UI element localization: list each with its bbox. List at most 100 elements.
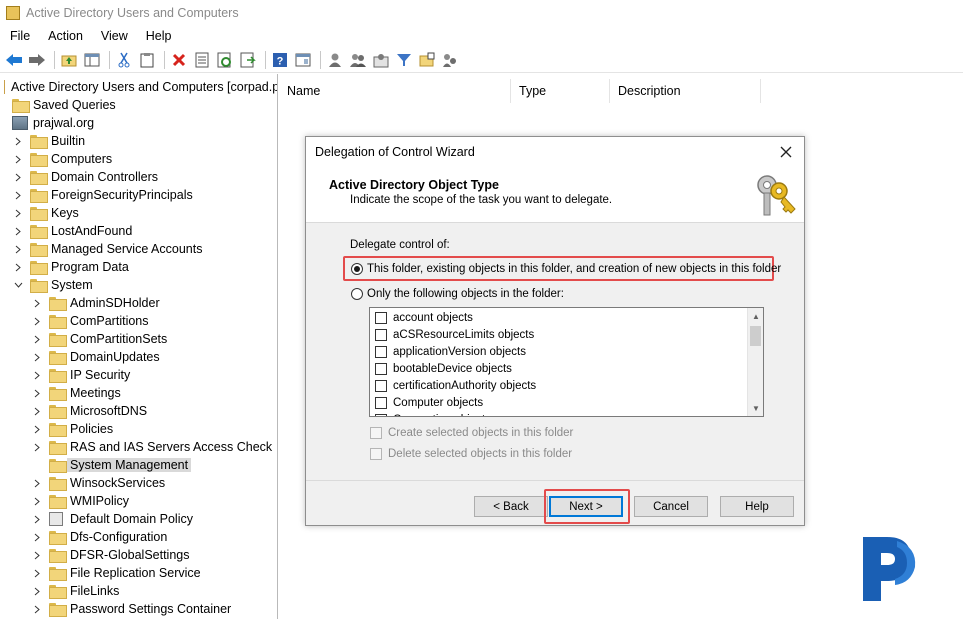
delete-icon[interactable] xyxy=(169,50,189,70)
tree-item-filelinks[interactable]: FileLinks xyxy=(31,582,119,600)
object-type-list[interactable]: account objects aCSResourceLimits objects… xyxy=(369,307,764,417)
chevron-right-icon[interactable] xyxy=(12,243,24,255)
tree-item-domain-controllers[interactable]: Domain Controllers xyxy=(12,168,158,186)
tree-item-winsockservices[interactable]: WinsockServices xyxy=(31,474,165,492)
tree-item-file-replication-service[interactable]: File Replication Service xyxy=(31,564,201,582)
help-button[interactable]: Help xyxy=(720,496,794,517)
chevron-right-icon[interactable] xyxy=(31,387,43,399)
tree-item-lostandfound[interactable]: LostAndFound xyxy=(12,222,132,240)
chevron-right-icon[interactable] xyxy=(12,153,24,165)
list-item[interactable]: certificationAuthority objects xyxy=(375,378,536,394)
show-hide-tree-icon[interactable] xyxy=(82,50,102,70)
chevron-right-icon[interactable] xyxy=(31,441,43,453)
chevron-right-icon[interactable] xyxy=(31,495,43,507)
chevron-down-icon[interactable] xyxy=(12,279,24,291)
forward-icon[interactable] xyxy=(27,50,47,70)
radio-button-selected[interactable] xyxy=(351,263,363,275)
checkbox[interactable] xyxy=(375,312,387,324)
chevron-right-icon[interactable] xyxy=(12,207,24,219)
tree-item-ras-and-ias-servers-access-check[interactable]: RAS and IAS Servers Access Check xyxy=(31,438,272,456)
chevron-right-icon[interactable] xyxy=(12,171,24,183)
scroll-thumb[interactable] xyxy=(750,326,761,346)
cancel-button[interactable]: Cancel xyxy=(634,496,708,517)
checkbox[interactable] xyxy=(370,427,382,439)
list-item[interactable]: applicationVersion objects xyxy=(375,344,526,360)
chevron-right-icon[interactable] xyxy=(31,315,43,327)
refresh-icon[interactable] xyxy=(215,50,235,70)
tree-item-system[interactable]: System xyxy=(12,276,93,294)
chevron-right-icon[interactable] xyxy=(31,477,43,489)
create-objects-checkbox[interactable]: Create selected objects in this folder xyxy=(370,427,573,439)
users-icon[interactable] xyxy=(348,50,368,70)
chevron-right-icon[interactable] xyxy=(12,135,24,147)
user-icon[interactable] xyxy=(325,50,345,70)
help-icon[interactable]: ? xyxy=(270,50,290,70)
tree-item-meetings[interactable]: Meetings xyxy=(31,384,121,402)
tree-item-domain[interactable]: prajwal.org xyxy=(12,114,94,132)
checkbox[interactable] xyxy=(375,397,387,409)
menu-action[interactable]: Action xyxy=(38,29,91,43)
cut-icon[interactable] xyxy=(114,50,134,70)
list-item[interactable]: bootableDevice objects xyxy=(375,361,512,377)
checkbox[interactable] xyxy=(375,329,387,341)
radio-this-folder[interactable]: This folder, existing objects in this fo… xyxy=(351,263,781,275)
list-scrollbar[interactable]: ▲ ▼ xyxy=(747,308,763,416)
properties-icon[interactable] xyxy=(192,50,212,70)
console-icon[interactable] xyxy=(293,50,313,70)
list-item[interactable]: Computer objects xyxy=(375,395,483,411)
checkbox[interactable] xyxy=(375,346,387,358)
back-icon[interactable] xyxy=(4,50,24,70)
radio-only-following[interactable]: Only the following objects in the folder… xyxy=(351,288,564,300)
list-item[interactable]: aCSResourceLimits objects xyxy=(375,327,534,343)
chevron-right-icon[interactable] xyxy=(12,225,24,237)
chevron-right-icon[interactable] xyxy=(31,423,43,435)
chevron-right-icon[interactable] xyxy=(31,333,43,345)
chevron-right-icon[interactable] xyxy=(31,567,43,579)
column-type[interactable]: Type xyxy=(511,79,610,103)
close-icon[interactable] xyxy=(776,142,796,162)
list-item[interactable]: Connection objects xyxy=(375,412,491,416)
menu-help[interactable]: Help xyxy=(136,29,180,43)
chevron-right-icon[interactable] xyxy=(31,405,43,417)
group-icon[interactable] xyxy=(371,50,391,70)
tree-item-microsoftdns[interactable]: MicrosoftDNS xyxy=(31,402,147,420)
chevron-right-icon[interactable] xyxy=(31,603,43,615)
checkbox[interactable] xyxy=(375,363,387,375)
back-button[interactable]: < Back xyxy=(474,496,548,517)
checkbox[interactable] xyxy=(375,380,387,392)
delete-objects-checkbox[interactable]: Delete selected objects in this folder xyxy=(370,448,572,460)
export-icon[interactable] xyxy=(238,50,258,70)
tree-pane[interactable]: Active Directory Users and Computers [co… xyxy=(0,74,278,619)
tree-item-saved-queries[interactable]: Saved Queries xyxy=(12,96,116,114)
tree-item-compartitionsets[interactable]: ComPartitionSets xyxy=(31,330,167,348)
tree-item-adminsdholder[interactable]: AdminSDHolder xyxy=(31,294,160,312)
list-item[interactable]: account objects xyxy=(375,310,473,326)
menu-view[interactable]: View xyxy=(91,29,136,43)
tree-item-program-data[interactable]: Program Data xyxy=(12,258,129,276)
checkbox[interactable] xyxy=(375,414,387,416)
chevron-right-icon[interactable] xyxy=(31,585,43,597)
tree-item-dfs-configuration[interactable]: Dfs-Configuration xyxy=(31,528,167,546)
tree-item-foreignsecurityprincipals[interactable]: ForeignSecurityPrincipals xyxy=(12,186,193,204)
checkbox[interactable] xyxy=(370,448,382,460)
radio-button[interactable] xyxy=(351,288,363,300)
tree-item-policies[interactable]: Policies xyxy=(31,420,113,438)
tree-item-password-settings-container[interactable]: Password Settings Container xyxy=(31,600,231,618)
scroll-down-icon[interactable]: ▼ xyxy=(748,400,763,416)
filter-icon[interactable] xyxy=(394,50,414,70)
tree-item-dfsr-globalsettings[interactable]: DFSR-GlobalSettings xyxy=(31,546,190,564)
chevron-right-icon[interactable] xyxy=(12,189,24,201)
tree-item-system-management[interactable]: System Management xyxy=(31,456,192,474)
chevron-right-icon[interactable] xyxy=(31,549,43,561)
tree-item-compartitions[interactable]: ComPartitions xyxy=(31,312,149,330)
tree-item-default-domain-policy[interactable]: Default Domain Policy xyxy=(31,510,193,528)
up-folder-icon[interactable] xyxy=(59,50,79,70)
next-button[interactable]: Next > xyxy=(549,496,623,517)
column-description[interactable]: Description xyxy=(610,79,761,103)
chevron-right-icon[interactable] xyxy=(31,531,43,543)
tree-root[interactable]: Active Directory Users and Computers [co… xyxy=(4,78,277,96)
chevron-right-icon[interactable] xyxy=(31,369,43,381)
tree-item-managed-service-accounts[interactable]: Managed Service Accounts xyxy=(12,240,202,258)
tree-item-computers[interactable]: Computers xyxy=(12,150,112,168)
tree-item-builtin[interactable]: Builtin xyxy=(12,132,85,150)
